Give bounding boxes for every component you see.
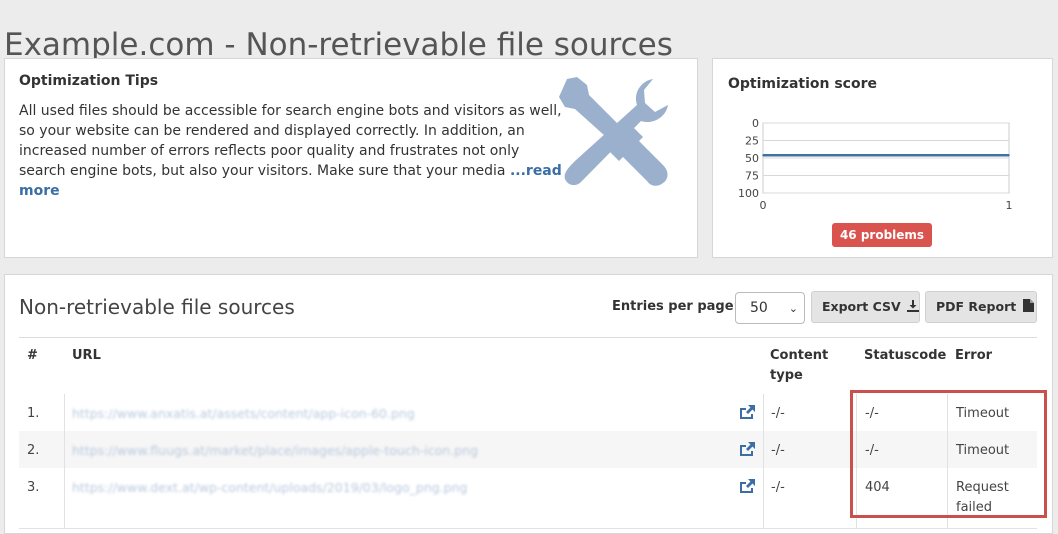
- document-icon: [1022, 299, 1034, 312]
- y-tick-label: 100: [738, 187, 759, 200]
- pdf-report-button[interactable]: PDF Report: [925, 291, 1037, 323]
- row-number: 3.: [27, 480, 40, 495]
- row-content-type: -/-: [771, 480, 785, 495]
- download-icon: [907, 300, 920, 312]
- table-header: # URL Content type Statuscode Error: [19, 337, 1037, 395]
- highlight-annotation-box: [850, 390, 1047, 518]
- score-data-point: [762, 154, 764, 156]
- row-url[interactable]: https://www.anxatis.at/assets/content/ap…: [72, 404, 415, 424]
- optimization-tips-panel: Optimization Tips All used files should …: [4, 58, 698, 258]
- external-link-icon[interactable]: [739, 479, 755, 493]
- column-header-statuscode[interactable]: Statuscode: [864, 346, 946, 366]
- row-url[interactable]: https://www.fluugs.at/market/place/image…: [72, 441, 478, 461]
- y-tick-label: 50: [745, 152, 759, 165]
- tips-text: All used files should be accessible for …: [19, 101, 564, 201]
- entries-per-page-select[interactable]: 50 ⌄: [735, 292, 805, 324]
- entries-per-page-value: 50: [750, 300, 768, 316]
- score-title: Optimization score: [728, 76, 877, 92]
- row-content-type: -/-: [771, 406, 785, 421]
- tips-body: All used files should be accessible for …: [19, 103, 562, 179]
- column-header-error[interactable]: Error: [955, 346, 992, 366]
- export-csv-button[interactable]: Export CSV: [811, 291, 920, 323]
- row-number: 1.: [27, 406, 40, 421]
- pdf-report-label: PDF Report: [936, 299, 1017, 314]
- row-url[interactable]: https://www.dext.at/wp-content/uploads/2…: [72, 478, 467, 498]
- column-header-content-type[interactable]: Content type: [770, 346, 840, 386]
- external-link-icon[interactable]: [739, 442, 755, 456]
- column-header-num[interactable]: #: [27, 346, 38, 366]
- export-csv-label: Export CSV: [822, 299, 901, 314]
- external-link-icon[interactable]: [739, 405, 755, 419]
- column-header-url[interactable]: URL: [72, 346, 101, 366]
- score-chart: 02550751000 1: [738, 117, 1013, 212]
- tools-icon: [559, 77, 668, 186]
- score-data-point: [1008, 154, 1010, 156]
- chevron-down-icon: ⌄: [788, 302, 798, 315]
- y-tick-label: 25: [745, 135, 759, 148]
- table-title: Non-retrievable file sources: [19, 295, 295, 319]
- y-tick-label: 0: [752, 117, 759, 130]
- optimization-score-panel: Optimization score 0 25 50 75 100 0 1 46 probl…: [712, 58, 1053, 258]
- row-content-type: -/-: [771, 443, 785, 458]
- y-tick-label: 75: [745, 170, 759, 183]
- row-number: 2.: [27, 443, 40, 458]
- entries-per-page-label: Entries per page:: [612, 299, 739, 314]
- x-tick-label: 1: [1006, 199, 1013, 212]
- problems-badge[interactable]: 46 problems: [832, 223, 932, 247]
- tips-title: Optimization Tips: [19, 73, 159, 89]
- x-tick-label: 0: [760, 199, 767, 212]
